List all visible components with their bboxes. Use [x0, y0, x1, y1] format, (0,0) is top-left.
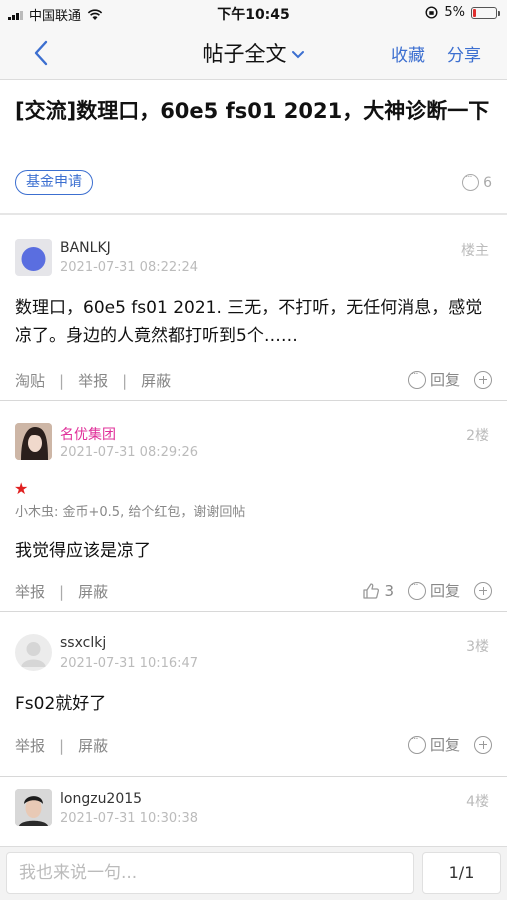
collect-link[interactable]: 淘贴 — [15, 370, 45, 391]
reward-note: 小木虫: 金币+0.5, 给个红包，谢谢回帖 — [15, 505, 246, 520]
bottom-bar: 我也来说一句... 1/1 — [0, 846, 507, 900]
avatar[interactable] — [15, 634, 52, 671]
separator: | — [59, 371, 65, 390]
reply-label: 回复 — [429, 371, 460, 389]
reply-button[interactable]: 回复 — [407, 580, 460, 601]
separator: | — [122, 371, 128, 390]
comment-icon — [407, 580, 426, 600]
battery-icon — [471, 6, 500, 19]
post-right-actions: 回复 — [407, 369, 492, 390]
plus-icon[interactable] — [474, 735, 492, 754]
floor-label: 2楼 — [466, 428, 489, 444]
reply-button[interactable]: 回复 — [407, 369, 460, 390]
orientation-lock-icon — [425, 6, 438, 19]
share-button[interactable]: 分享 — [447, 41, 481, 66]
star-icon: ★ — [14, 479, 29, 498]
comment-input[interactable]: 我也来说一句... — [6, 852, 414, 894]
post-content: Fs02就好了 — [15, 694, 107, 714]
username[interactable]: ssxclkj — [60, 635, 106, 651]
nav-title[interactable]: 帖子全文 — [0, 38, 507, 68]
post-3: ssxclkj 2021-07-31 10:16:47 3楼 Fs02就好了 举… — [0, 612, 507, 776]
post-time: 2021-07-31 08:22:24 — [60, 260, 199, 275]
block-link[interactable]: 屏蔽 — [78, 735, 108, 756]
post-1: BANLKJ 2021-07-31 08:22:24 楼主 数理口，60e5 f… — [0, 214, 507, 400]
username[interactable]: 名优集团 — [60, 424, 116, 444]
post-right-actions: 3 回复 — [362, 580, 492, 601]
plus-icon[interactable] — [474, 581, 492, 600]
comment-icon — [407, 369, 426, 389]
block-link[interactable]: 屏蔽 — [78, 581, 108, 602]
block-link[interactable]: 屏蔽 — [141, 370, 171, 391]
favorite-button[interactable]: 收藏 — [391, 41, 425, 66]
thumbs-up-icon — [363, 582, 380, 599]
post-right-actions: 回复 — [407, 734, 492, 755]
comment-icon — [462, 172, 480, 191]
category-tag[interactable]: 基金申请 — [15, 170, 93, 195]
floor-label: 4楼 — [466, 794, 489, 810]
comment-icon — [407, 734, 426, 754]
plus-icon[interactable] — [474, 370, 492, 389]
report-link[interactable]: 举报 — [15, 581, 45, 602]
battery-percent: 5% — [444, 5, 465, 20]
default-avatar-icon — [21, 642, 46, 667]
chevron-down-icon — [291, 51, 304, 59]
reply-count: 6 — [462, 172, 492, 191]
report-link[interactable]: 举报 — [15, 735, 45, 756]
username[interactable]: longzu2015 — [60, 791, 142, 807]
post-time: 2021-07-31 10:16:47 — [60, 656, 199, 671]
avatar[interactable] — [15, 789, 52, 826]
reply-button[interactable]: 回复 — [407, 734, 460, 755]
user-photo — [15, 789, 52, 826]
username[interactable]: BANLKJ — [60, 240, 111, 256]
user-photo — [15, 423, 52, 460]
post-content: 我觉得应该是凉了 — [15, 541, 151, 561]
status-bar: 中国联通 下午10:45 5% — [0, 0, 507, 26]
nav-bar: 帖子全文 收藏 分享 — [0, 26, 507, 80]
post-time: 2021-07-31 10:30:38 — [60, 811, 199, 826]
avatar[interactable] — [15, 239, 52, 276]
reply-count-value: 6 — [483, 174, 492, 191]
post-actions: 举报 | 屏蔽 — [15, 581, 108, 602]
thread-title: [交流]数理口，60e5 fs01 2021，大神诊断一下 — [15, 99, 490, 123]
default-avatar-icon — [15, 239, 52, 271]
post-2: 名优集团 2021-07-31 08:29:26 2楼 ★ 小木虫: 金币+0.… — [0, 401, 507, 611]
post-4: longzu2015 2021-07-31 10:30:38 4楼 — [0, 777, 507, 846]
like-button[interactable]: 3 — [362, 582, 394, 600]
post-time: 2021-07-31 08:29:26 — [60, 445, 199, 460]
status-right: 5% — [425, 5, 500, 20]
avatar[interactable] — [15, 423, 52, 460]
nav-title-text: 帖子全文 — [202, 42, 287, 66]
separator: | — [59, 582, 65, 601]
like-count: 3 — [384, 581, 394, 600]
page-selector[interactable]: 1/1 — [422, 852, 501, 894]
report-link[interactable]: 举报 — [78, 370, 108, 391]
post-actions: 淘贴 | 举报 | 屏蔽 — [15, 370, 171, 391]
separator: | — [59, 736, 65, 755]
reply-label: 回复 — [429, 736, 460, 754]
floor-label: 3楼 — [466, 639, 489, 655]
floor-label: 楼主 — [461, 243, 489, 259]
post-content: 数理口，60e5 fs01 2021. 三无，不打听，无任何消息，感觉凉了。身边… — [15, 298, 483, 346]
reply-label: 回复 — [429, 582, 460, 600]
post-actions: 举报 | 屏蔽 — [15, 735, 108, 756]
